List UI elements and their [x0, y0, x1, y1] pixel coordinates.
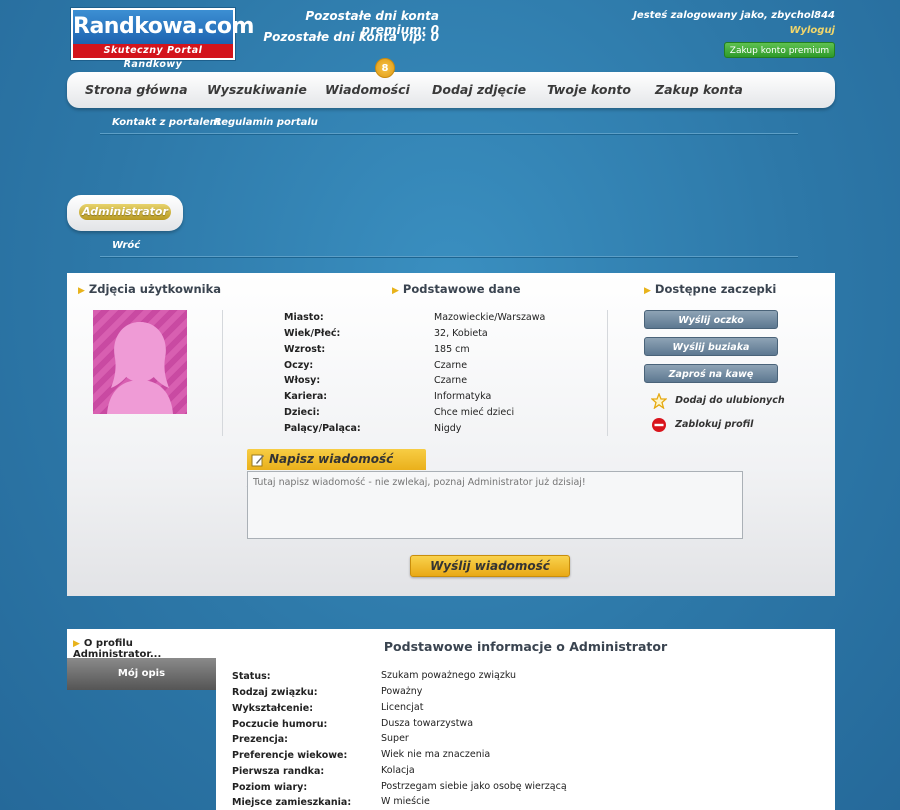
info-value: Licencjat	[381, 702, 424, 713]
field-value: Nigdy	[434, 423, 462, 434]
info-value: Postrzegam siebie jako osobę wierzącą	[381, 781, 567, 792]
info-label: Rodzaj związku:	[232, 687, 318, 698]
sidebar-title-text: O profilu Administrator...	[73, 638, 162, 660]
nav-search[interactable]: Wyszukiwanie	[207, 72, 307, 108]
column-separator	[222, 310, 223, 436]
female-silhouette-icon	[107, 322, 173, 414]
info-value: Wiek nie ma znaczenia	[381, 749, 491, 760]
note-pencil-icon	[251, 454, 264, 466]
info-value: Szukam poważnego związku	[381, 670, 517, 681]
arrow-right-icon: ▶	[644, 286, 651, 296]
info-label: Poziom wiary:	[232, 782, 308, 793]
field-label: Wiek/Płeć:	[284, 328, 341, 339]
arrow-right-icon: ▶	[78, 286, 85, 296]
field-value: Czarne	[434, 360, 468, 371]
vip-days-text: Pozostałe dni konta vip: 0	[263, 30, 439, 44]
info-value: W mieście	[381, 796, 430, 807]
terms-link[interactable]: Regulamin portalu	[214, 117, 318, 128]
contact-link[interactable]: Kontakt z portalem	[112, 117, 220, 128]
nav-home[interactable]: Strona główna	[85, 72, 188, 108]
info-value: Dusza towarzystwa	[381, 718, 474, 729]
column-separator	[607, 310, 608, 436]
field-label: Miasto:	[284, 312, 324, 323]
send-kiss-button[interactable]: Wyślij buziaka	[644, 337, 778, 356]
arrow-right-icon: ▶	[392, 286, 399, 296]
invite-coffee-button[interactable]: Zaproś na kawę	[644, 364, 778, 383]
info-label: Poczucie humoru:	[232, 719, 328, 730]
field-value: Czarne	[434, 375, 468, 386]
block-profile-link[interactable]: Zablokuj profil	[651, 414, 753, 433]
field-value: Informatyka	[434, 391, 492, 402]
profile-sidebar-header: ▶ O profilu Administrator...	[67, 629, 216, 660]
info-value: Poważny	[381, 686, 423, 697]
field-value: 185 cm	[434, 344, 470, 355]
basic-data-section-title: ▶ Podstawowe dane	[392, 282, 521, 296]
info-label: Pierwsza randka:	[232, 766, 325, 777]
basic-title-text: Podstawowe dane	[402, 282, 521, 296]
nav-messages[interactable]: Wiadomości	[325, 72, 410, 108]
info-label: Wykształcenie:	[232, 703, 313, 714]
logo-tagline: Skuteczny Portal Randkowy	[73, 44, 233, 70]
info-label: Miejsce zamieszkania:	[232, 797, 352, 808]
arrow-right-icon: ▶	[73, 639, 80, 649]
photos-title-text: Zdjęcia użytkownika	[88, 282, 222, 296]
site-logo[interactable]: Randkowa.com Skuteczny Portal Randkowy	[70, 7, 254, 70]
field-label: Wzrost:	[284, 344, 326, 355]
divider	[100, 256, 798, 258]
main-nav: Strona główna Wyszukiwanie Wiadomości Do…	[67, 72, 835, 108]
info-title: Podstawowe informacje o Administrator	[383, 639, 668, 654]
logout-link[interactable]: Wyloguj	[700, 25, 835, 36]
field-value: Mazowieckie/Warszawa	[434, 312, 546, 323]
send-message-button[interactable]: Wyślij wiadomość	[410, 555, 570, 577]
field-label: Kariera:	[284, 391, 328, 402]
logo-title: Randkowa.com	[73, 10, 254, 44]
block-profile-label: Zablokuj profil	[675, 419, 754, 430]
nav-buy-account[interactable]: Zakup konta	[655, 72, 743, 108]
field-label: Palący/Paląca:	[284, 423, 361, 434]
info-label: Status:	[232, 671, 271, 682]
logged-in-text: Jesteś zalogowany jako, zbychol844	[633, 10, 835, 21]
hooks-section-title: ▶ Dostępne zaczepki	[644, 282, 776, 296]
my-description-tab[interactable]: Mój opis	[67, 658, 216, 690]
star-icon	[650, 391, 668, 410]
add-favorite-link[interactable]: Dodaj do ulubionych	[650, 390, 785, 410]
messages-count-badge[interactable]: 8	[375, 58, 395, 78]
photos-section-title: ▶ Zdjęcia użytkownika	[78, 282, 221, 296]
field-label: Oczy:	[284, 360, 314, 371]
profile-name-tab: Administrator	[67, 195, 183, 231]
field-value: 32, Kobieta	[434, 328, 488, 339]
sidebar-title: ▶ O profilu Administrator...	[73, 638, 216, 660]
info-label: Preferencje wiekowe:	[232, 750, 348, 761]
info-panel: Podstawowe informacje o Administrator St…	[216, 629, 835, 810]
info-value: Super	[381, 733, 409, 744]
profile-name: Administrator	[79, 204, 171, 220]
message-heading: Napisz wiadomość poniżej	[247, 449, 426, 487]
info-label: Prezencja:	[232, 734, 288, 745]
hooks-title-text: Dostępne zaczepki	[654, 282, 777, 296]
message-textarea[interactable]	[247, 471, 743, 539]
field-label: Dzieci:	[284, 407, 320, 418]
back-link[interactable]: Wróć	[112, 240, 140, 251]
nav-my-account[interactable]: Twoje konto	[547, 72, 631, 108]
nav-add-photo[interactable]: Dodaj zdjęcie	[432, 72, 526, 108]
info-value: Kolacja	[381, 765, 415, 776]
profile-photo[interactable]	[93, 310, 187, 414]
block-icon	[652, 417, 666, 432]
buy-premium-button[interactable]: Zakup konto premium	[724, 42, 835, 58]
field-label: Włosy:	[284, 375, 321, 386]
add-favorite-label: Dodaj do ulubionych	[675, 395, 785, 406]
field-value: Chce mieć dzieci	[434, 407, 515, 418]
divider	[100, 133, 798, 135]
send-wink-button[interactable]: Wyślij oczko	[644, 310, 778, 329]
